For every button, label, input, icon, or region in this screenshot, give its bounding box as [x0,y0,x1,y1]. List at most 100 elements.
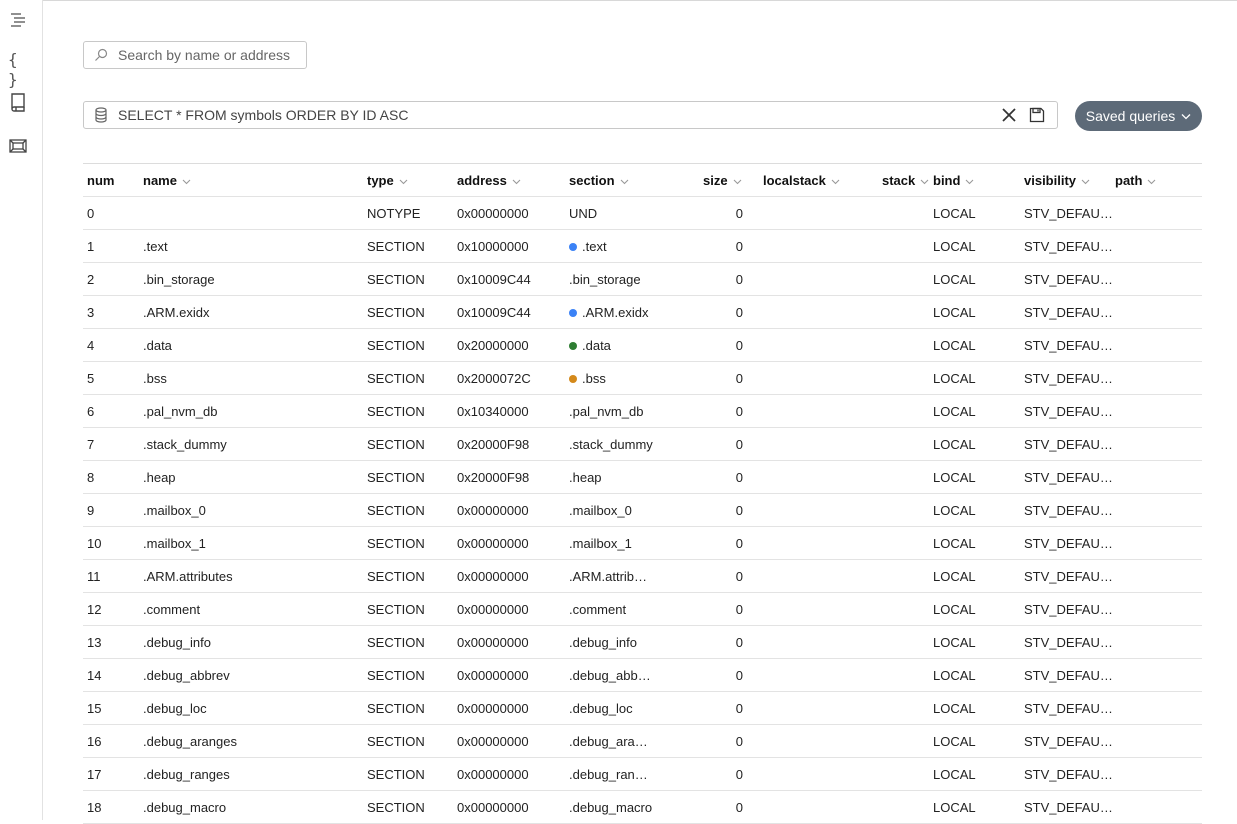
cell-bind: LOCAL [933,395,1013,428]
column-header-num[interactable]: num [87,164,137,197]
column-header-visibility[interactable]: visibility [1024,164,1114,197]
list-align-icon[interactable] [8,10,28,30]
clear-query-icon[interactable] [995,102,1023,128]
cell-bind: LOCAL [933,461,1013,494]
query-field[interactable] [83,101,1058,129]
cell-name-text: .ARM.attributes [143,569,233,584]
cell-visibility-text: STV_DEFAULT [1024,668,1114,683]
column-header-path[interactable]: path [1115,164,1195,197]
cell-bind: LOCAL [933,362,1013,395]
column-header-type[interactable]: type [367,164,452,197]
cell-num: 3 [87,296,137,329]
cell-section-text: .debug_loc [569,701,633,716]
cell-visibility: STV_DEFAULT [1024,395,1114,428]
cell-visibility-text: STV_DEFAULT [1024,701,1114,716]
table-row[interactable]: 7 .stack_dummy SECTION 0x20000F98 .stack_dum… [83,428,1202,461]
column-header-size[interactable]: size [703,164,748,197]
cell-name: .debug_info [143,626,358,659]
table-row[interactable]: 9 .mailbox_0 SECTION 0x00000000 .mailbox_0 0 L… [83,494,1202,527]
table-row[interactable]: 2 .bin_storage SECTION 0x10009C44 .bin_stora… [83,263,1202,296]
cell-size: 0 [693,791,743,824]
table-row[interactable]: 10 .mailbox_1 SECTION 0x00000000 .mailbox_1 0… [83,527,1202,560]
cell-type: SECTION [367,560,452,593]
table-row[interactable]: 6 .pal_nvm_db SECTION 0x10340000 .pal_nvm_db… [83,395,1202,428]
column-header-address[interactable]: address [457,164,562,197]
cell-num: 17 [87,758,137,791]
cell-size-text: 0 [735,371,743,386]
cell-address: 0x10009C44 [457,296,562,329]
cell-name [143,197,358,230]
cell-bind-text: LOCAL [933,635,976,650]
cell-visibility-text: STV_DEFAULT [1024,734,1114,749]
cell-type-text: SECTION [367,701,425,716]
cell-num-text: 8 [87,470,95,485]
cell-bind-text: LOCAL [933,239,976,254]
cell-size: 0 [693,692,743,725]
table-row[interactable]: 15 .debug_loc SECTION 0x00000000 .debug_loc 0… [83,692,1202,725]
column-header-localstack[interactable]: localstack [763,164,848,197]
table-row[interactable]: 17 .debug_ranges SECTION 0x00000000 .debug_r… [83,758,1202,791]
column-header-section[interactable]: section [569,164,654,197]
cell-num-text: 7 [87,437,95,452]
cell-section: .debug_rang… [569,758,654,791]
cell-name-text: .pal_nvm_db [143,404,218,419]
table-row[interactable]: 13 .debug_info SECTION 0x00000000 .debug_inf… [83,626,1202,659]
curly-braces-icon[interactable]: { } [8,50,28,89]
cell-size-text: 0 [735,569,743,584]
table-row[interactable]: 16 .debug_aranges SECTION 0x00000000 .debug_… [83,725,1202,758]
table-row[interactable]: 12 .comment SECTION 0x00000000 .comment 0 LOCA… [83,593,1202,626]
search-field[interactable] [83,41,307,69]
cell-visibility-text: STV_DEFAULT [1024,503,1114,518]
cell-type: SECTION [367,362,452,395]
table-row[interactable]: 0 NOTYPE 0x00000000 UND 0 LOCAL STV_DEFAULT [83,197,1202,230]
cell-visibility-text: STV_DEFAULT [1024,338,1114,353]
table-row[interactable]: 3 .ARM.exidx SECTION 0x10009C44 .ARM.exidx 0 L… [83,296,1202,329]
table-row[interactable]: 14 .debug_abbrev SECTION 0x00000000 .debug_a… [83,659,1202,692]
cell-section: .ARM.attribu… [569,560,654,593]
cell-name: .pal_nvm_db [143,395,358,428]
table-row[interactable]: 5 .bss SECTION 0x2000072C .bss 0 LOCAL STV_DEFA… [83,362,1202,395]
search-input[interactable] [118,47,298,63]
cell-type: SECTION [367,527,452,560]
table-row[interactable]: 8 .heap SECTION 0x20000F98 .heap 0 LOCAL STV_DE… [83,461,1202,494]
cell-num: 8 [87,461,137,494]
cell-visibility-text: STV_DEFAULT [1024,767,1114,782]
cell-size-text: 0 [735,767,743,782]
cell-num: 16 [87,725,137,758]
cell-bind-text: LOCAL [933,668,976,683]
cell-section-text: .text [582,239,607,254]
cell-section: .debug_macro [569,791,654,824]
cell-name: .mailbox_1 [143,527,358,560]
sort-chevron-icon [620,164,629,197]
cell-bind: LOCAL [933,263,1013,296]
cell-section: .data [569,329,654,362]
cell-section-text: .debug_abbr… [569,668,654,683]
frame-icon[interactable] [8,136,28,156]
cell-num: 18 [87,791,137,824]
column-header-name[interactable]: name [143,164,358,197]
cell-type: SECTION [367,428,452,461]
cell-num: 11 [87,560,137,593]
cell-section: .bin_storage [569,263,654,296]
table-row[interactable]: 1 .text SECTION 0x10000000 .text 0 LOCAL STV_DE… [83,230,1202,263]
cell-address: 0x00000000 [457,692,562,725]
cell-type-text: SECTION [367,239,425,254]
column-header-bind[interactable]: bind [933,164,1013,197]
cell-visibility: STV_DEFAULT [1024,428,1114,461]
cell-name: .text [143,230,358,263]
cell-name: .bin_storage [143,263,358,296]
cell-num: 9 [87,494,137,527]
cell-size: 0 [693,626,743,659]
save-query-icon[interactable] [1023,102,1051,128]
cell-visibility: STV_DEFAULT [1024,692,1114,725]
cell-type: SECTION [367,758,452,791]
query-input[interactable] [118,107,995,123]
section-color-dot-icon [569,242,577,251]
saved-queries-button[interactable]: Saved queries [1075,101,1202,131]
cell-visibility-text: STV_DEFAULT [1024,602,1114,617]
table-row[interactable]: 4 .data SECTION 0x20000000 .data 0 LOCAL STV_DE… [83,329,1202,362]
cell-address-text: 0x2000072C [457,371,531,386]
book-icon[interactable] [8,92,28,112]
table-row[interactable]: 18 .debug_macro SECTION 0x00000000 .debug_ma… [83,791,1202,824]
table-row[interactable]: 11 .ARM.attributes SECTION 0x00000000 .ARM.a… [83,560,1202,593]
